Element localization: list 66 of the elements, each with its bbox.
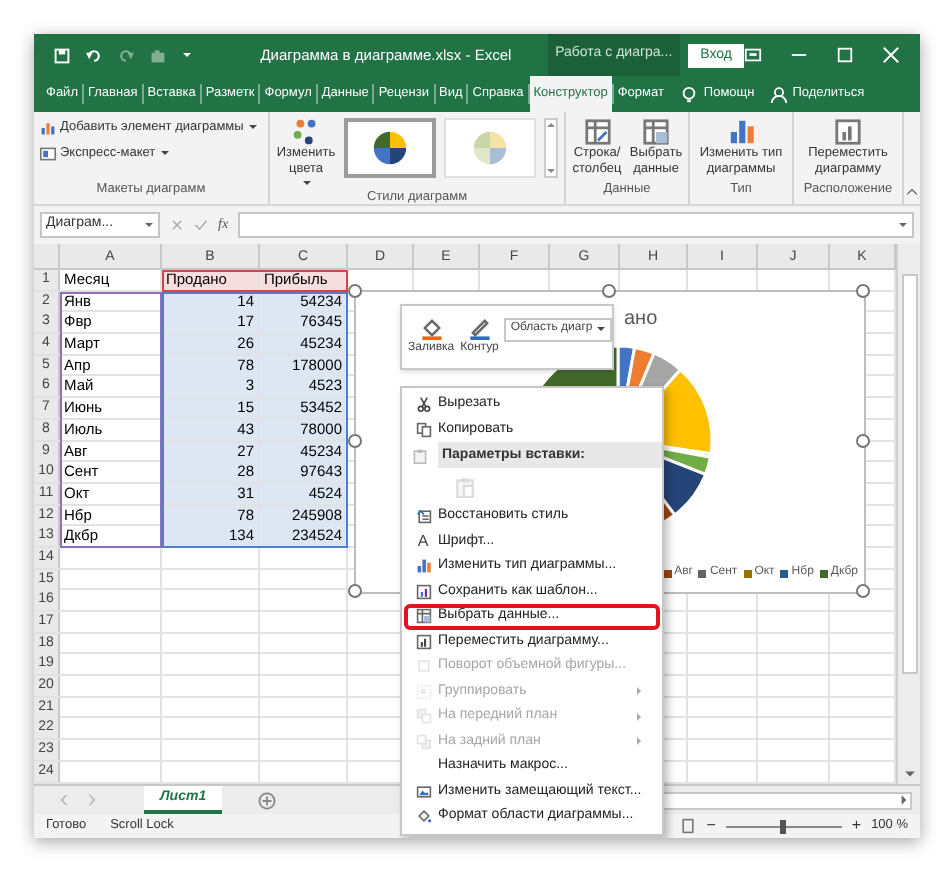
vertical-scrollbar[interactable] <box>896 244 920 784</box>
camera-icon[interactable] <box>150 47 166 63</box>
scroll-up-icon[interactable] <box>546 120 556 130</box>
submenu-arrow-icon <box>634 736 644 747</box>
chart-style-thumbnail[interactable] <box>344 118 436 178</box>
bring-forward-icon <box>415 708 431 725</box>
caret-icon <box>596 324 607 334</box>
pen-icon <box>467 316 492 340</box>
color-dots-icon <box>292 118 320 146</box>
clipboard-icon <box>454 475 476 497</box>
formula-input[interactable] <box>238 212 914 238</box>
lightbulb-icon[interactable] <box>679 85 698 103</box>
caret-icon <box>144 220 154 230</box>
scissors-icon <box>415 396 431 413</box>
redo-icon[interactable] <box>118 47 134 63</box>
undo-icon[interactable] <box>86 47 102 63</box>
move-chart-icon <box>415 633 431 650</box>
reset-style-icon <box>415 508 431 525</box>
person-icon[interactable] <box>770 85 789 103</box>
page-layout-icon[interactable] <box>680 818 697 834</box>
format-icon <box>415 808 431 825</box>
send-backward-icon <box>415 733 431 750</box>
save-icon[interactable] <box>54 47 70 63</box>
ribbon-display-icon[interactable] <box>744 46 762 64</box>
group-icon <box>415 683 431 700</box>
move-chart-icon <box>834 118 862 146</box>
paste-icon <box>412 447 428 463</box>
resize-handle[interactable] <box>348 284 362 298</box>
zoom-in-button[interactable]: + <box>851 814 862 838</box>
select-data-icon <box>642 118 670 146</box>
close-icon[interactable] <box>882 46 900 64</box>
resize-handle[interactable] <box>856 284 870 298</box>
bar-chart-icon <box>727 118 755 146</box>
font-glyph-icon: A <box>417 533 429 550</box>
resize-handle[interactable] <box>856 434 870 448</box>
submenu-arrow-icon <box>634 686 644 697</box>
zoom-out-button[interactable]: − <box>706 814 716 838</box>
resize-handle[interactable] <box>348 584 362 598</box>
select-data-icon <box>415 608 431 625</box>
paint-bucket-icon <box>419 316 444 340</box>
caret-icon[interactable] <box>898 220 908 230</box>
resize-handle[interactable] <box>856 584 870 598</box>
template-icon <box>415 583 431 600</box>
add-sheet-icon[interactable] <box>258 791 277 809</box>
scroll-thumb[interactable] <box>901 274 917 674</box>
resize-handle[interactable] <box>348 434 362 448</box>
chart-title: ано <box>624 306 658 334</box>
caret-icon <box>159 148 170 159</box>
caret-icon[interactable] <box>182 50 192 60</box>
more-icon[interactable] <box>546 166 556 176</box>
rotate-icon <box>415 658 431 675</box>
scroll-right-icon[interactable] <box>898 794 910 806</box>
bar-chart-icon <box>415 558 431 575</box>
scroll-down-icon[interactable] <box>903 768 915 780</box>
caret-icon <box>301 178 311 188</box>
alt-text-icon <box>415 783 431 800</box>
zoom-slider-thumb[interactable] <box>780 819 787 833</box>
caret-icon <box>247 122 258 133</box>
layout-icon <box>40 145 56 162</box>
resize-handle[interactable] <box>602 284 616 298</box>
switch-row-column-icon <box>583 118 611 146</box>
copy-icon <box>415 421 431 438</box>
submenu-arrow-icon <box>634 711 644 722</box>
maximize-icon[interactable] <box>836 46 854 64</box>
bar-chart-icon <box>40 119 56 136</box>
collapse-icon[interactable] <box>906 186 918 198</box>
